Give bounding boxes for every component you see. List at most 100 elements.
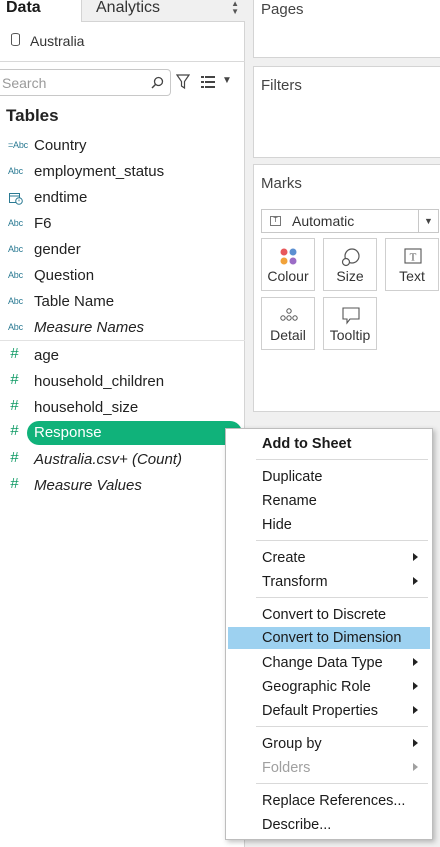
menu-separator xyxy=(256,540,428,541)
list-view-icon[interactable] xyxy=(201,76,215,88)
menu-item-transform[interactable]: Transform xyxy=(228,571,430,593)
menu-item-geographic-role[interactable]: Geographic Role xyxy=(228,676,430,698)
number-type-icon: # xyxy=(10,346,19,363)
chevron-down-icon: ▼ xyxy=(418,210,438,232)
menu-item-group-by[interactable]: Group by xyxy=(228,733,430,755)
menu-item-label: Default Properties xyxy=(262,703,379,719)
text-button[interactable]: T Text xyxy=(385,238,439,291)
datasource-item[interactable]: Australia xyxy=(0,30,245,52)
size-button[interactable]: Size xyxy=(323,238,377,291)
submenu-arrow-icon xyxy=(413,739,418,747)
detail-label: Detail xyxy=(270,327,306,343)
field-household-size[interactable]: # household_size xyxy=(0,396,245,422)
field-label: Country xyxy=(34,137,87,154)
chevron-down-icon[interactable]: ▼ xyxy=(222,75,232,86)
pages-title: Pages xyxy=(261,1,304,18)
field-measure-values[interactable]: # Measure Values xyxy=(0,474,245,500)
menu-item-label: Transform xyxy=(262,574,328,590)
date-time-icon xyxy=(9,193,23,205)
menu-item-label: Folders xyxy=(262,760,311,776)
menu-item-default-properties[interactable]: Default Properties xyxy=(228,700,430,722)
tab-analytics-label: Analytics xyxy=(96,0,161,16)
string-type-icon: Abc xyxy=(8,270,23,280)
menu-item-create[interactable]: Create xyxy=(228,547,430,569)
field-label: Measure Values xyxy=(34,477,142,494)
field-employment-status[interactable]: Abc employment_status xyxy=(0,160,245,186)
field-response[interactable]: # Response xyxy=(0,421,245,447)
search-input[interactable] xyxy=(2,73,147,93)
detail-icon xyxy=(280,308,298,321)
number-type-icon: # xyxy=(10,423,19,440)
mark-type-value: Automatic xyxy=(292,213,355,229)
tooltip-button[interactable]: Tooltip xyxy=(323,297,377,350)
tab-analytics[interactable]: Analytics ▲ ▼ xyxy=(82,0,245,22)
menu-item-change-data-type[interactable]: Change Data Type xyxy=(228,652,430,674)
field-label: household_children xyxy=(34,373,165,390)
menu-item-label: Create xyxy=(262,550,306,566)
search-box[interactable] xyxy=(0,69,171,96)
menu-item-convert-to-discrete[interactable]: Convert to Discrete xyxy=(228,604,430,626)
tab-data[interactable]: Data xyxy=(0,0,82,22)
menu-item-label: Duplicate xyxy=(262,469,323,485)
filters-title: Filters xyxy=(261,77,302,94)
submenu-arrow-icon xyxy=(413,577,418,585)
search-icon[interactable] xyxy=(151,76,164,89)
submenu-arrow-icon xyxy=(413,682,418,690)
field-label: Table Name xyxy=(34,293,115,310)
mark-type-dropdown[interactable]: T Automatic ▼ xyxy=(261,209,439,233)
string-type-icon: Abc xyxy=(8,244,23,254)
number-type-icon: # xyxy=(10,476,19,493)
menu-item-convert-to-dimension[interactable]: Convert to Dimension xyxy=(228,627,430,649)
menu-item-rename[interactable]: Rename xyxy=(228,490,430,512)
menu-item-hide[interactable]: Hide xyxy=(228,514,430,536)
field-table-name[interactable]: Abc Table Name xyxy=(0,290,245,316)
field-label: gender xyxy=(34,241,81,258)
colour-button[interactable]: Colour xyxy=(261,238,315,291)
tooltip-label: Tooltip xyxy=(329,327,371,343)
string-type-icon: Abc xyxy=(8,218,23,228)
colour-label: Colour xyxy=(267,268,309,284)
field-age[interactable]: # age xyxy=(0,344,245,370)
colour-icon xyxy=(280,248,297,265)
field-household-children[interactable]: # household_children xyxy=(0,370,245,396)
field-endtime[interactable]: endtime xyxy=(0,186,245,212)
automatic-mark-icon: T xyxy=(270,216,281,226)
string-type-icon: Abc xyxy=(8,166,23,176)
filter-icon[interactable] xyxy=(176,74,190,90)
menu-item-label: Replace References... xyxy=(262,793,406,809)
field-country[interactable]: =Abc Country xyxy=(0,134,245,160)
field-measure-names[interactable]: Abc Measure Names xyxy=(0,316,245,342)
divider xyxy=(0,61,245,62)
number-type-icon: # xyxy=(10,398,19,415)
text-label: Text xyxy=(399,268,425,284)
updown-arrows-icon[interactable]: ▲ ▼ xyxy=(231,0,239,16)
detail-button[interactable]: Detail xyxy=(261,297,315,350)
field-australia-count[interactable]: # Australia.csv+ (Count) xyxy=(0,448,245,474)
field-f6[interactable]: Abc F6 xyxy=(0,212,245,238)
filters-card[interactable]: Filters xyxy=(253,66,440,158)
menu-item-label: Rename xyxy=(262,493,317,509)
menu-separator xyxy=(256,726,428,727)
pages-card[interactable]: Pages xyxy=(253,0,440,58)
menu-item-duplicate[interactable]: Duplicate xyxy=(228,466,430,488)
menu-item-add-to-sheet[interactable]: Add to Sheet xyxy=(228,433,430,455)
field-label: Measure Names xyxy=(34,319,145,336)
number-type-icon: # xyxy=(10,372,19,389)
menu-separator xyxy=(256,783,428,784)
data-pane: Data Analytics ▲▼ Australia ▼ Tables =Ab… xyxy=(0,0,245,847)
field-label: age xyxy=(34,347,60,364)
size-label: Size xyxy=(336,268,364,284)
submenu-arrow-icon xyxy=(413,706,418,714)
submenu-arrow-icon xyxy=(413,658,418,666)
field-gender[interactable]: Abc gender xyxy=(0,238,245,264)
datasource-name: Australia xyxy=(30,33,85,49)
field-question[interactable]: Abc Question xyxy=(0,264,245,290)
pane-tabs: Data Analytics ▲ ▼ xyxy=(0,0,245,22)
string-type-icon: =Abc xyxy=(8,140,28,150)
menu-item-replace-references[interactable]: Replace References... xyxy=(228,790,430,812)
menu-item-label: Describe... xyxy=(262,817,332,833)
field-label: Response xyxy=(34,424,102,441)
tooltip-icon xyxy=(342,307,360,325)
menu-item-label: Geographic Role xyxy=(262,679,371,695)
menu-item-describe[interactable]: Describe... xyxy=(228,814,430,836)
